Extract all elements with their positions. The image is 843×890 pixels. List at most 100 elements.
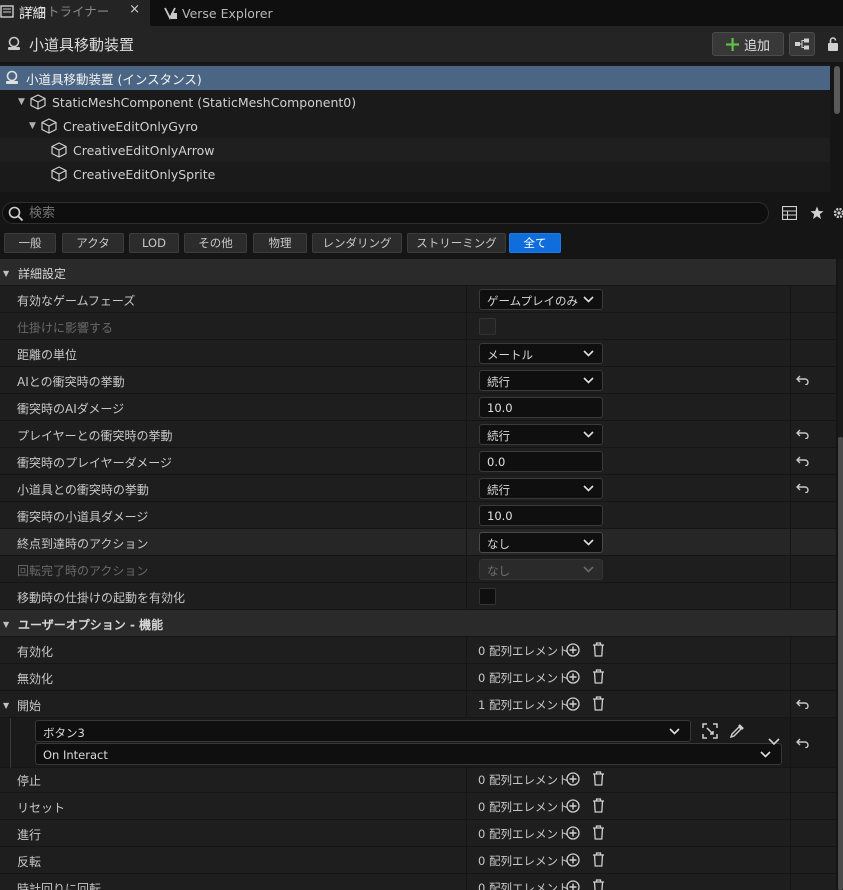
- trash-icon[interactable]: [592, 879, 605, 890]
- reset-to-default-icon[interactable]: [796, 375, 809, 385]
- expand-arrow-icon[interactable]: ▼: [3, 269, 9, 278]
- close-tab-icon[interactable]: ×: [129, 2, 140, 17]
- tree-item-arrow[interactable]: CreativeEditOnlyArrow: [0, 138, 830, 162]
- trash-icon[interactable]: [592, 696, 605, 711]
- enable-trigger-checkbox[interactable]: [479, 588, 496, 605]
- filter-lod[interactable]: LOD: [129, 233, 179, 253]
- device-picker-dropdown[interactable]: ボタン3: [35, 720, 691, 742]
- number-value: 10.0: [487, 509, 513, 523]
- prop-label: 距離の単位: [17, 348, 78, 362]
- mesh-icon: [51, 166, 67, 182]
- blueprint-button[interactable]: [789, 32, 815, 56]
- reset-to-default-icon[interactable]: [796, 738, 809, 748]
- array-count: 0 配列エレメント: [478, 827, 570, 841]
- category-label: ユーザーオプション - 機能: [18, 618, 164, 632]
- chevron-down-icon: [583, 350, 594, 357]
- filter-rendering[interactable]: レンダリング: [312, 233, 402, 253]
- table-view-icon[interactable]: [782, 206, 797, 220]
- category-user-options[interactable]: ▼ ユーザーオプション - 機能: [0, 610, 836, 637]
- trash-icon[interactable]: [592, 852, 605, 867]
- prop-row: 移動時の仕掛けの起動を有効化: [0, 583, 836, 610]
- add-element-icon[interactable]: [566, 853, 580, 867]
- player-damage-input[interactable]: 0.0: [479, 451, 603, 472]
- chevron-down-icon: [760, 751, 771, 758]
- eyedropper-icon[interactable]: [729, 723, 745, 739]
- function-label: 停止: [17, 774, 42, 788]
- ai-collision-dropdown[interactable]: 続行: [479, 370, 603, 391]
- add-element-icon[interactable]: [566, 799, 580, 813]
- component-tree: 小道具移動装置 (インスタンス) ▼ StaticMeshComponent (…: [0, 64, 830, 192]
- tree-scrollbar[interactable]: [834, 66, 840, 114]
- function-row: 有効化 0 配列エレメント: [0, 637, 836, 664]
- filter-general[interactable]: 一般: [4, 233, 56, 253]
- star-icon[interactable]: [810, 206, 824, 220]
- lock-icon[interactable]: [826, 36, 840, 52]
- select-actor-icon[interactable]: [702, 723, 718, 739]
- prop-damage-input[interactable]: 10.0: [479, 505, 603, 526]
- details-scrollbar-thumb[interactable]: [838, 437, 843, 890]
- dropdown-value: 続行: [487, 483, 510, 497]
- add-component-button[interactable]: 追加: [712, 32, 784, 56]
- prop-row: 衝突時のプレイヤーダメージ 0.0: [0, 448, 836, 475]
- actor-icon: [6, 70, 18, 84]
- add-element-icon[interactable]: [566, 643, 580, 657]
- tree-item-instance[interactable]: 小道具移動装置 (インスタンス): [0, 66, 830, 90]
- search-box[interactable]: [2, 202, 769, 224]
- dropdown-value: ゲームプレイのみ: [487, 294, 578, 308]
- filter-streaming[interactable]: ストリーミング: [407, 233, 506, 253]
- tree-item-staticmesh[interactable]: ▼ StaticMeshComponent (StaticMeshCompone…: [0, 90, 830, 114]
- category-advanced[interactable]: ▼ 詳細設定: [0, 259, 836, 286]
- trash-icon[interactable]: [592, 642, 605, 657]
- settings-gear-icon[interactable]: [832, 206, 843, 220]
- event-picker-dropdown[interactable]: On Interact: [35, 743, 782, 765]
- trash-icon[interactable]: [592, 669, 605, 684]
- prop-row: 終点到達時のアクション なし: [0, 529, 836, 556]
- reset-to-default-icon[interactable]: [796, 699, 809, 709]
- add-element-icon[interactable]: [566, 826, 580, 840]
- details-panel: ▼ 詳細設定 有効なゲームフェーズ ゲームプレイのみ 仕掛けに影響する 距離の単…: [0, 259, 836, 890]
- prop-label: 衝突時の小道具ダメージ: [17, 510, 149, 524]
- actor-title: 小道具移動装置: [29, 36, 135, 54]
- add-element-icon[interactable]: [566, 880, 580, 890]
- expand-arrow-icon[interactable]: ▼: [3, 701, 9, 710]
- ai-damage-input[interactable]: 10.0: [479, 397, 603, 418]
- function-label: 時計回りに回転: [17, 882, 102, 890]
- reset-to-default-icon[interactable]: [796, 429, 809, 439]
- dropdown-value: 続行: [487, 429, 510, 443]
- reset-to-default-icon[interactable]: [796, 456, 809, 466]
- filter-all[interactable]: 全て: [509, 233, 561, 253]
- add-element-icon[interactable]: [566, 697, 580, 711]
- expand-arrow-icon[interactable]: ▼: [3, 620, 9, 629]
- add-element-icon[interactable]: [566, 772, 580, 786]
- distance-unit-dropdown[interactable]: メートル: [479, 343, 603, 364]
- filter-actor[interactable]: アクタ: [62, 233, 124, 253]
- trash-icon[interactable]: [592, 825, 605, 840]
- details-tab[interactable]: 詳細: [0, 2, 46, 22]
- tree-item-gyro[interactable]: ▼ CreativeEditOnlyGyro: [0, 114, 830, 138]
- prop-label: 衝突時のAIダメージ: [17, 402, 125, 416]
- end-action-dropdown[interactable]: なし: [479, 532, 603, 553]
- mesh-icon: [30, 94, 46, 110]
- add-element-icon[interactable]: [566, 670, 580, 684]
- function-row-start: ▼ 開始 1 配列エレメント: [0, 691, 836, 718]
- filter-physics[interactable]: 物理: [253, 233, 307, 253]
- element-options-chevron-icon[interactable]: [768, 738, 780, 746]
- tree-item-sprite[interactable]: CreativeEditOnlySprite: [0, 162, 830, 186]
- collapse-arrow-icon[interactable]: ▼: [29, 121, 39, 131]
- function-row: 反転 0 配列エレメント: [0, 847, 836, 874]
- collapse-arrow-icon[interactable]: ▼: [18, 97, 28, 107]
- game-phase-dropdown[interactable]: ゲームプレイのみ: [479, 289, 603, 310]
- array-count: 0 配列エレメント: [478, 773, 570, 787]
- search-input[interactable]: [29, 205, 749, 221]
- prop-collision-dropdown[interactable]: 続行: [479, 478, 603, 499]
- reset-to-default-icon[interactable]: [796, 483, 809, 493]
- tab-verse-explorer[interactable]: Verse Explorer: [155, 0, 290, 26]
- dropdown-value: メートル: [487, 348, 533, 362]
- number-value: 0.0: [487, 455, 506, 469]
- player-collision-dropdown[interactable]: 続行: [479, 424, 603, 445]
- add-button-label: 追加: [743, 38, 770, 54]
- prop-row: 衝突時のAIダメージ 10.0: [0, 394, 836, 421]
- trash-icon[interactable]: [592, 798, 605, 813]
- trash-icon[interactable]: [592, 771, 605, 786]
- filter-misc[interactable]: その他: [184, 233, 247, 253]
